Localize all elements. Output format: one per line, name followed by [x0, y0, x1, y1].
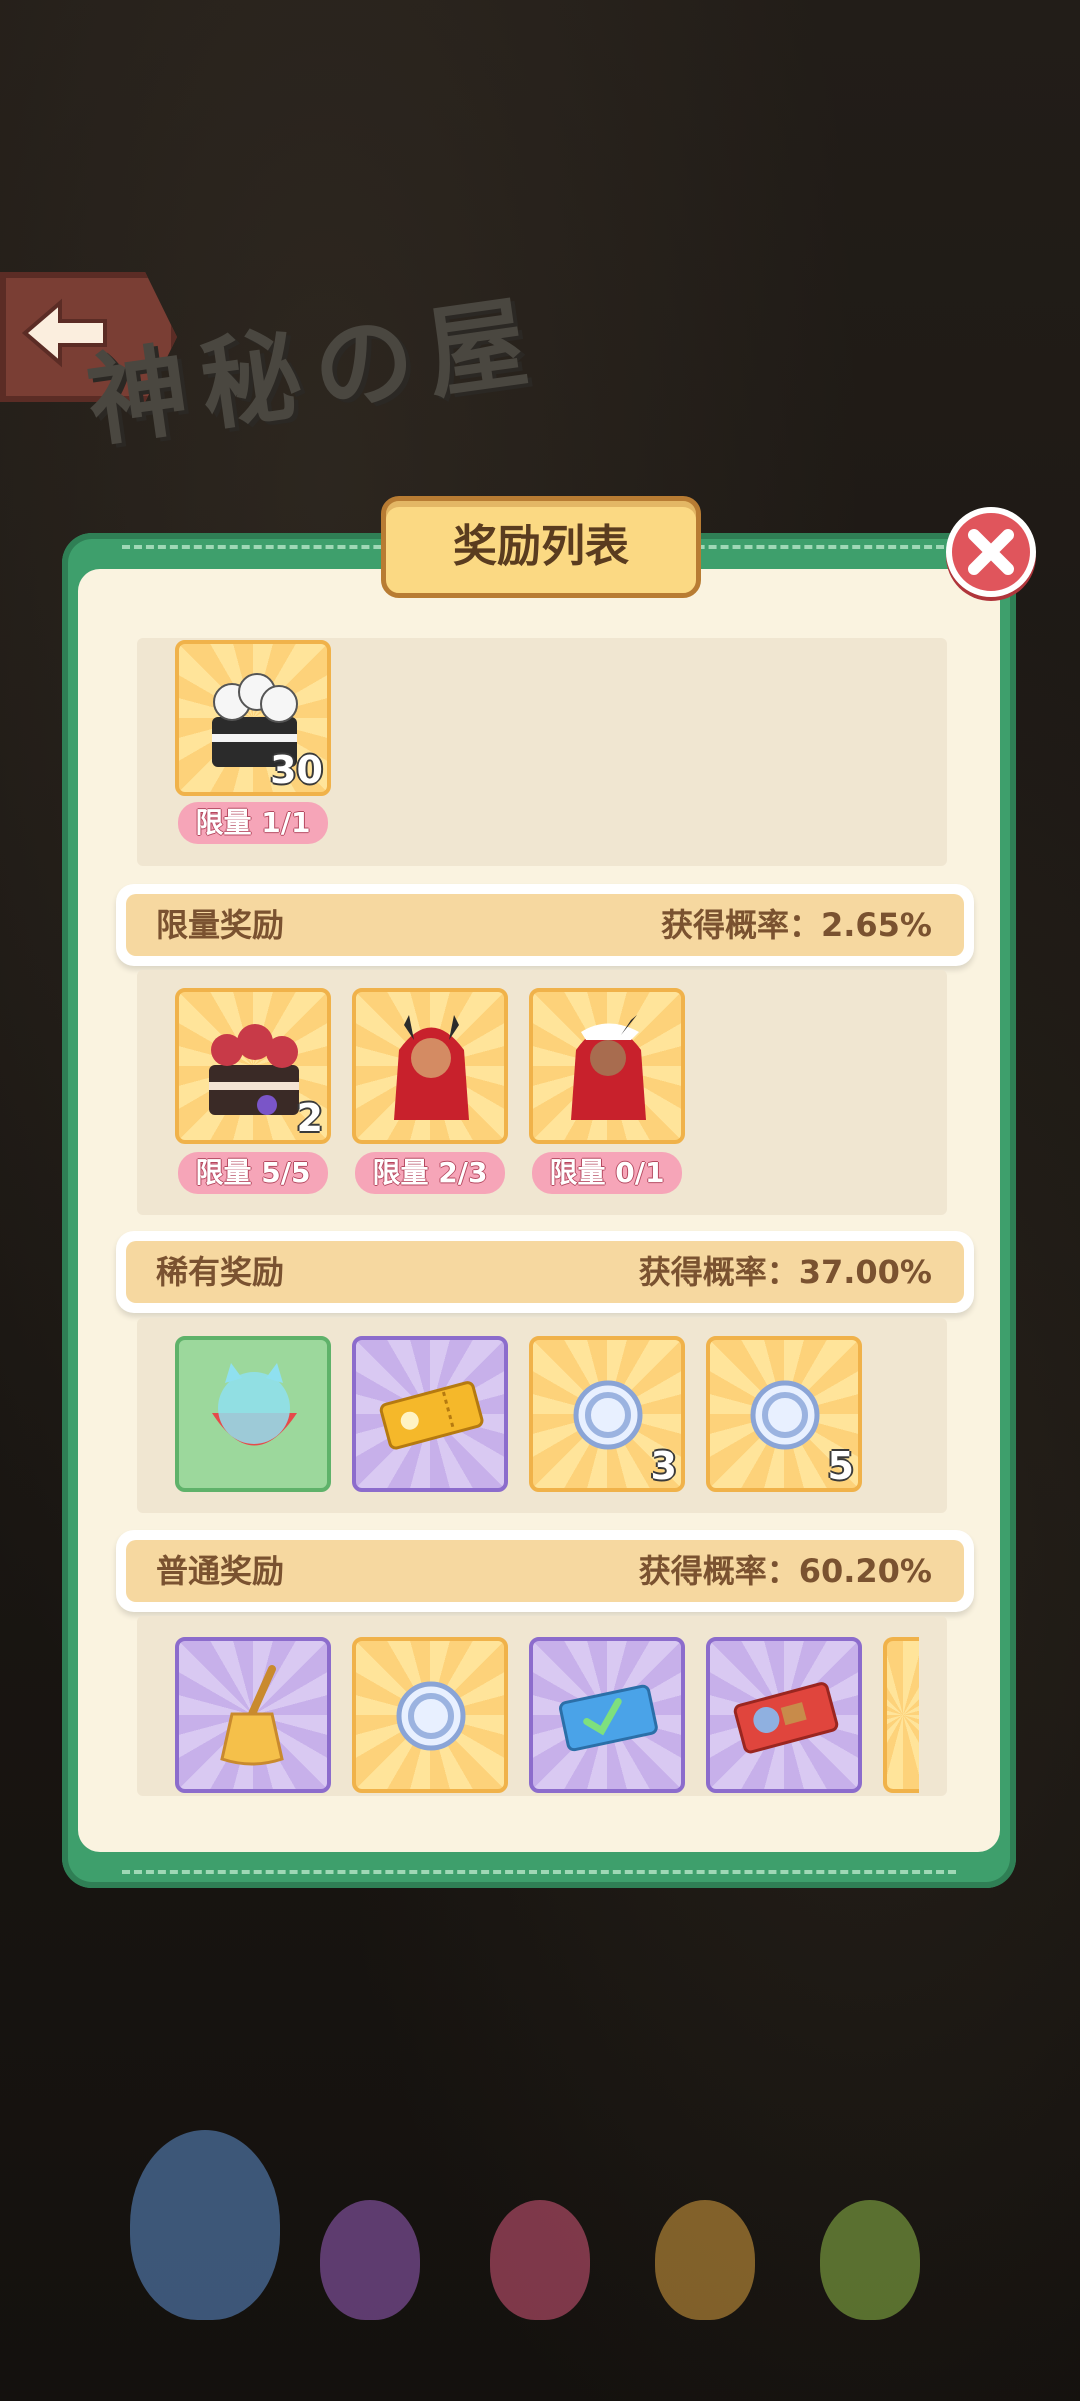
limit-badge: 限量 0/1 — [532, 1152, 682, 1194]
silver-coin-icon — [396, 1681, 466, 1751]
reward-item-rare-1[interactable] — [175, 1336, 331, 1492]
close-button[interactable] — [946, 507, 1036, 597]
section-name: 限量奖励 — [156, 906, 285, 944]
section-rate: 获得概率：2.65% — [660, 906, 932, 944]
silver-coin-icon — [750, 1380, 820, 1450]
close-icon — [968, 529, 1014, 575]
limit-badge: 限量 2/3 — [355, 1152, 505, 1194]
item-count: 5 — [827, 1444, 854, 1488]
section-name: 普通奖励 — [156, 1552, 285, 1590]
reward-item-common-4[interactable] — [706, 1637, 862, 1793]
flower-cake-icon — [209, 1024, 299, 1115]
item-count: 2 — [296, 1096, 323, 1140]
red-hair-character-santa-icon — [571, 1015, 646, 1120]
yellow-flame-icon — [655, 2200, 755, 2320]
blue-flame-icon — [130, 2130, 280, 2320]
section-rate: 获得概率：60.20% — [638, 1552, 932, 1590]
reward-item-limited-1[interactable]: 2 — [175, 988, 331, 1144]
section-rate: 获得概率：37.00% — [638, 1253, 932, 1291]
red-hair-character-icon — [394, 1015, 469, 1120]
reward-item-common-2[interactable] — [352, 1637, 508, 1793]
reward-item-common-3[interactable] — [529, 1637, 685, 1793]
limit-badge: 限量 5/5 — [178, 1152, 328, 1194]
common-section-header: 普通奖励 获得概率：60.20% — [116, 1530, 974, 1612]
reward-item-limited-2[interactable] — [352, 988, 508, 1144]
silver-coin-icon — [573, 1380, 643, 1450]
broom-icon — [220, 1665, 284, 1766]
limit-badge: 限量 1/1 — [178, 802, 328, 844]
limited-section-header: 限量奖励 获得概率：2.65% — [116, 884, 974, 966]
reward-item-rare-4[interactable]: 5 — [706, 1336, 862, 1492]
purple-flame-icon — [320, 2200, 420, 2320]
section-name: 稀有奖励 — [156, 1253, 285, 1291]
reward-item-top-1[interactable]: 30 — [175, 640, 331, 796]
glass-bowl-icon — [212, 1363, 297, 1446]
reward-item-limited-3[interactable] — [529, 988, 685, 1144]
pink-flame-icon — [490, 2200, 590, 2320]
red-character-ticket-icon — [733, 1682, 839, 1754]
gold-ticket-icon — [379, 1381, 484, 1450]
reward-item-rare-2[interactable] — [352, 1336, 508, 1492]
blue-check-ticket-icon — [559, 1684, 658, 1752]
green-flame-icon — [820, 2200, 920, 2320]
item-count: 30 — [270, 748, 323, 792]
dialog-title: 奖励列表 — [381, 496, 701, 598]
flame-decorations — [110, 2090, 930, 2320]
reward-item-rare-3[interactable]: 3 — [529, 1336, 685, 1492]
reward-item-common-5-partial[interactable] — [883, 1637, 919, 1793]
rare-section-header: 稀有奖励 获得概率：37.00% — [116, 1231, 974, 1313]
reward-item-common-1[interactable] — [175, 1637, 331, 1793]
panel-dash-bottom — [122, 1870, 956, 1874]
item-count: 3 — [650, 1444, 677, 1488]
